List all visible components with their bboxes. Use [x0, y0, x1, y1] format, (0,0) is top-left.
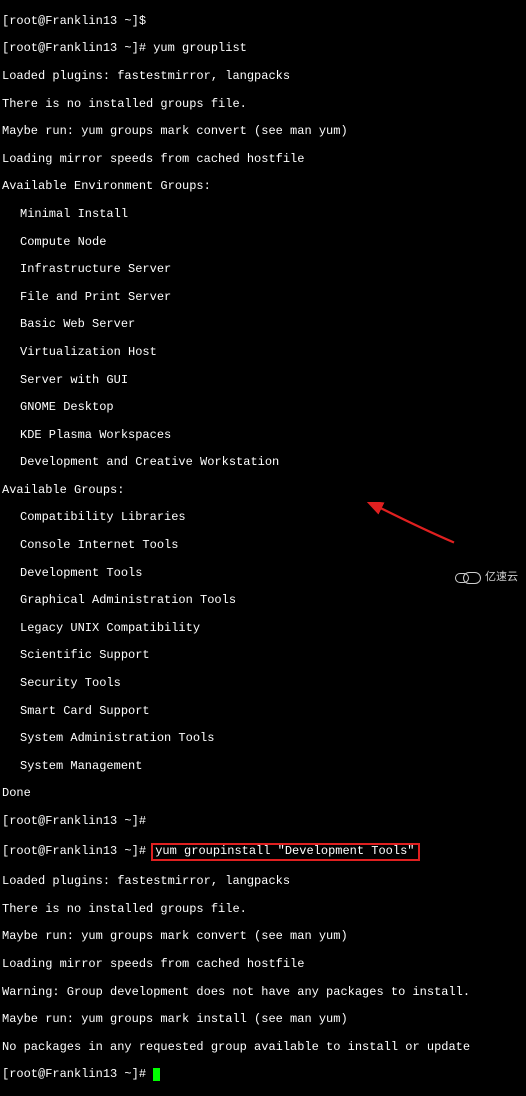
prompt-line: [root@Franklin13 ~]#	[2, 815, 526, 829]
output-line: Loading mirror speeds from cached hostfi…	[2, 958, 526, 972]
group-item: GNOME Desktop	[2, 401, 526, 415]
highlighted-command: yum groupinstall "Development Tools"	[151, 843, 420, 862]
group-item: Infrastructure Server	[2, 263, 526, 277]
group-item: Compute Node	[2, 236, 526, 250]
prompt-line: [root@Franklin13 ~]# yum grouplist	[2, 42, 526, 56]
output-line: Maybe run: yum groups mark convert (see …	[2, 125, 526, 139]
watermark-text: 亿速云	[485, 571, 518, 584]
output-done: Done	[2, 787, 526, 801]
group-item: Smart Card Support	[2, 705, 526, 719]
active-prompt[interactable]: [root@Franklin13 ~]#	[2, 1068, 526, 1082]
output-line: Loaded plugins: fastestmirror, langpacks	[2, 70, 526, 84]
group-item: Legacy UNIX Compatibility	[2, 622, 526, 636]
group-item: Minimal Install	[2, 208, 526, 222]
group-item: System Management	[2, 760, 526, 774]
output-line: Maybe run: yum groups mark install (see …	[2, 1013, 526, 1027]
group-item: KDE Plasma Workspaces	[2, 429, 526, 443]
output-line: Loading mirror speeds from cached hostfi…	[2, 153, 526, 167]
output-line: Maybe run: yum groups mark convert (see …	[2, 930, 526, 944]
output-line: There is no installed groups file.	[2, 903, 526, 917]
command-groupinstall: yum groupinstall "Development Tools"	[155, 844, 414, 858]
output-header: Available Environment Groups:	[2, 180, 526, 194]
group-item: File and Print Server	[2, 291, 526, 305]
group-item: Compatibility Libraries	[2, 511, 526, 525]
group-item: Graphical Administration Tools	[2, 594, 526, 608]
group-item: Development Tools	[2, 567, 526, 581]
output-line: No packages in any requested group avail…	[2, 1041, 526, 1055]
output-line: There is no installed groups file.	[2, 98, 526, 112]
group-item: Server with GUI	[2, 374, 526, 388]
output-line: Loaded plugins: fastestmirror, langpacks	[2, 875, 526, 889]
command-grouplist: yum grouplist	[153, 41, 247, 55]
cursor-block	[153, 1068, 160, 1081]
group-item: Security Tools	[2, 677, 526, 691]
output-line: Warning: Group development does not have…	[2, 986, 526, 1000]
group-item: System Administration Tools	[2, 732, 526, 746]
cloud-icon	[455, 570, 481, 584]
group-item: Scientific Support	[2, 649, 526, 663]
group-item: Console Internet Tools	[2, 539, 526, 553]
prompt-line: [root@Franklin13 ~]$	[2, 15, 526, 29]
group-item: Virtualization Host	[2, 346, 526, 360]
terminal-output[interactable]: [root@Franklin13 ~]$ [root@Franklin13 ~]…	[0, 0, 526, 1096]
group-item: Basic Web Server	[2, 318, 526, 332]
prompt-line: [root@Franklin13 ~]# yum groupinstall "D…	[2, 843, 526, 862]
watermark: 亿速云	[455, 570, 518, 584]
output-header: Available Groups:	[2, 484, 526, 498]
group-item: Development and Creative Workstation	[2, 456, 526, 470]
